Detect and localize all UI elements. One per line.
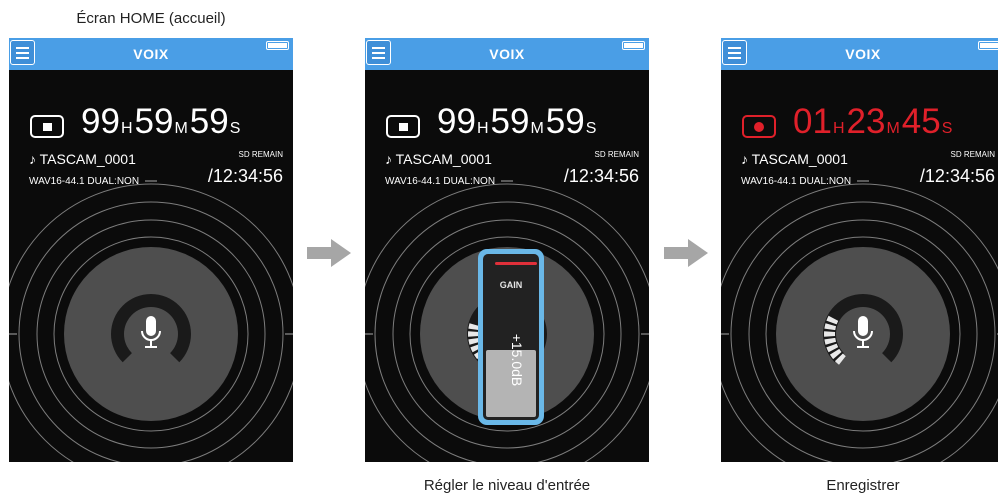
caption-home-screen: Écran HOME (accueil) <box>76 10 226 27</box>
time-minutes: 59 <box>490 102 530 141</box>
gain-slider-popup[interactable]: GAIN +15.0dB <box>478 249 544 425</box>
time-seconds: 45 <box>901 102 941 141</box>
battery-icon <box>622 41 645 50</box>
arrow-right-icon <box>307 239 351 267</box>
time-seconds: 59 <box>189 102 229 141</box>
time-seconds-unit: S <box>585 120 597 137</box>
file-name: ♪ TASCAM_0001 <box>29 151 136 167</box>
time-seconds-unit: S <box>229 120 241 137</box>
file-name: ♪ TASCAM_0001 <box>385 151 492 167</box>
sd-remain-label: SD REMAIN <box>950 150 995 159</box>
file-format: WAV16-44.1 DUAL:NON <box>385 176 496 187</box>
time-minutes: 59 <box>134 102 174 141</box>
elapsed-time: 01H23M45S <box>793 102 954 142</box>
gain-slider-track[interactable]: GAIN +15.0dB <box>483 254 539 420</box>
time-hours: 99 <box>437 102 476 141</box>
stop-icon <box>386 115 420 138</box>
recorder-screen-3: VOIX 01H23M45S ♪ TASCAM_0001 WAV16-44.1 … <box>721 38 998 462</box>
mode-title: VOIX <box>845 46 881 62</box>
caption-input-level: Régler le niveau d'entrée <box>423 477 591 494</box>
file-format: WAV16-44.1 DUAL:NON <box>29 176 140 187</box>
time-hours-unit: H <box>120 120 133 137</box>
sd-remain-time: /12:34:56 <box>919 166 995 186</box>
mode-title: VOIX <box>133 46 169 62</box>
file-format: WAV16-44.1 DUAL:NON <box>741 176 852 187</box>
sd-remain-time: /12:34:56 <box>207 166 283 186</box>
recorder-screen-2: VOIX 99H59M59S ♪ TASCAM_0001 WAV16-44.1 … <box>365 38 649 462</box>
sd-remain-time: /12:34:56 <box>563 166 639 186</box>
recorder-screen-1: VOIX 99H59M59S ♪ TASCAM_0001 WAV16-44.1 … <box>9 38 293 462</box>
time-seconds: 59 <box>545 102 585 141</box>
elapsed-time: 99H59M59S <box>437 102 598 142</box>
battery-icon <box>266 41 289 50</box>
time-hours: 99 <box>81 102 120 141</box>
sd-remain-label: SD REMAIN <box>238 150 283 159</box>
header-bar: VOIX <box>9 38 293 70</box>
arrow-right-icon <box>664 239 708 267</box>
gain-peak-indicator <box>495 262 537 265</box>
time-hours-unit: H <box>832 120 845 137</box>
elapsed-time: 99H59M59S <box>81 102 242 142</box>
battery-icon <box>978 41 998 50</box>
record-icon <box>742 115 776 138</box>
time-hours-unit: H <box>476 120 489 137</box>
level-segment <box>824 331 836 337</box>
time-minutes-unit: M <box>886 120 900 137</box>
sd-remain-label: SD REMAIN <box>594 150 639 159</box>
time-minutes-unit: M <box>530 120 544 137</box>
time-minutes-unit: M <box>174 120 188 137</box>
header-bar: VOIX <box>365 38 649 70</box>
time-minutes: 23 <box>846 102 886 141</box>
time-hours: 01 <box>793 102 832 141</box>
time-seconds-unit: S <box>941 120 953 137</box>
gain-value: +15.0dB <box>509 333 525 387</box>
caption-record: Enregistrer <box>826 477 900 494</box>
header-bar: VOIX <box>721 38 998 70</box>
mode-title: VOIX <box>489 46 525 62</box>
file-name: ♪ TASCAM_0001 <box>741 151 848 167</box>
gain-label: GAIN <box>499 280 523 290</box>
stop-icon <box>30 115 64 138</box>
